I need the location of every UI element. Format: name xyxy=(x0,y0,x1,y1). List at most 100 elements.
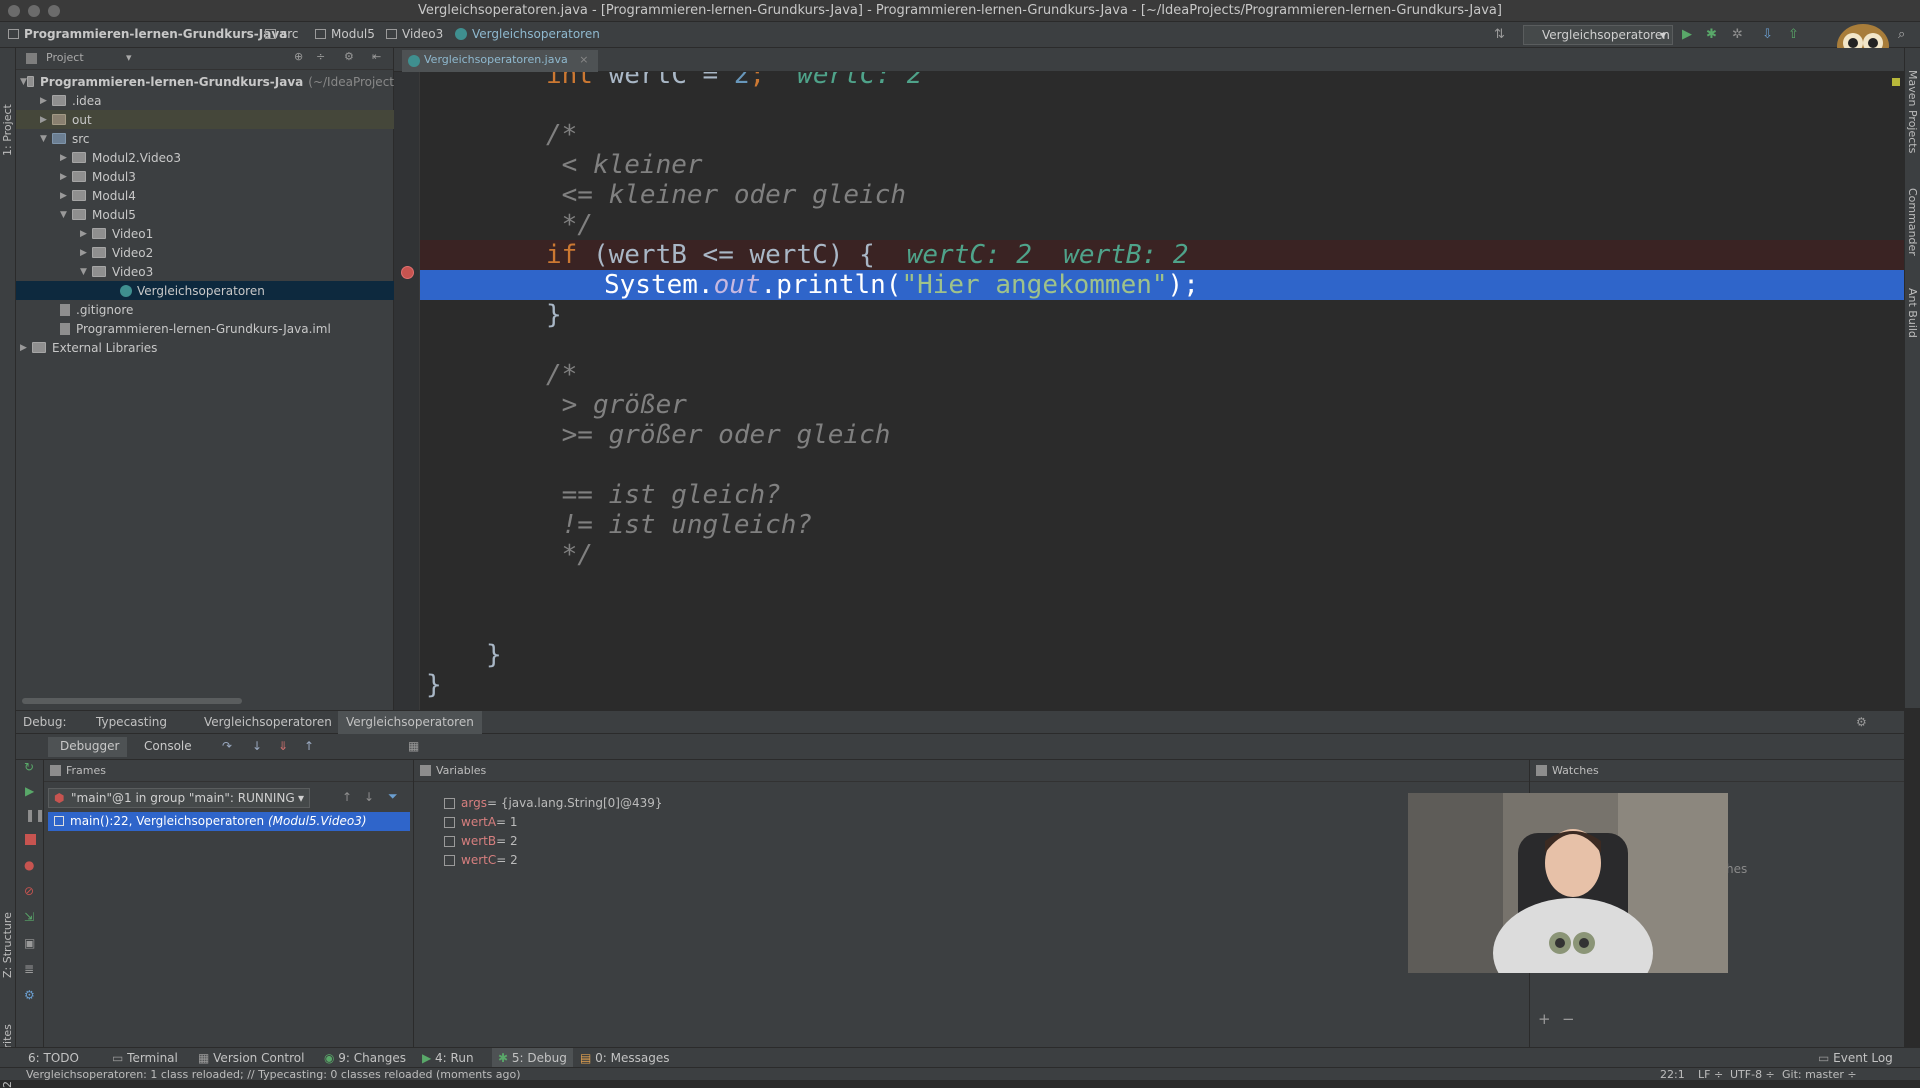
primitive-icon xyxy=(444,835,455,847)
caret-position[interactable]: 22:1 xyxy=(1660,1068,1685,1081)
stop-icon[interactable] xyxy=(25,834,36,845)
console-tab-button[interactable]: Console xyxy=(120,737,200,757)
collapse-icon[interactable]: ÷ xyxy=(316,50,325,63)
coverage-icon[interactable]: ✲ xyxy=(1732,28,1746,42)
tree-item-video2[interactable]: ▶ Video2 xyxy=(16,243,394,262)
variable-row[interactable]: wertB = 2 xyxy=(444,832,518,850)
tree-item-out[interactable]: ▶ out xyxy=(16,110,394,129)
variable-row[interactable]: wertA = 1 xyxy=(444,813,518,831)
settings-icon[interactable]: ≣ xyxy=(24,962,34,976)
breadcrumb-video3[interactable]: Video3 xyxy=(386,27,443,41)
step-over-icon[interactable]: ↷ xyxy=(222,739,232,753)
restore-layout-icon[interactable]: ⇲ xyxy=(24,910,34,924)
evaluate-icon[interactable]: ▦ xyxy=(408,739,419,753)
tree-item-vergleichsoperatoren[interactable]: Vergleichsoperatoren xyxy=(16,281,394,300)
code-editor[interactable]: int wertC = 2; wertC: 2 /* < kleiner <= k… xyxy=(420,72,1904,710)
messages-tool-button[interactable]: ▤ 0: Messages xyxy=(580,1051,670,1065)
inspection-status-icon[interactable] xyxy=(1892,78,1900,86)
tree-item-external-libraries[interactable]: ▶ External Libraries xyxy=(16,338,394,357)
hide-icon[interactable]: ⇤ xyxy=(372,50,381,63)
ant-build-tool-button[interactable]: Ant Build xyxy=(1906,288,1919,338)
tree-item-root[interactable]: ▼ Programmieren-lernen-Grundkurs-Java (~/… xyxy=(16,72,394,91)
step-into-icon[interactable]: ↓ xyxy=(252,739,262,753)
project-panel-header: Project ▾ ⊕ ÷ ⚙ ⇤ xyxy=(16,48,393,70)
tree-item-video3[interactable]: ▼ Video3 xyxy=(16,262,394,281)
search-icon[interactable]: ⌕ xyxy=(1898,28,1912,42)
arrow-down-icon[interactable]: ↓ xyxy=(364,790,374,804)
frame-item[interactable]: main():22, Vergleichsoperatoren (Modul5.… xyxy=(48,812,410,831)
view-breakpoints-icon[interactable]: ● xyxy=(24,858,34,872)
thread-select[interactable]: ⬢ "main"@1 in group "main": RUNNING ▾ xyxy=(48,788,310,808)
tree-item-iml[interactable]: Programmieren-lernen-Grundkurs-Java.iml xyxy=(16,319,394,338)
run-tool-button[interactable]: ▶ 4: Run xyxy=(422,1051,474,1065)
arrow-up-icon[interactable]: ↑ xyxy=(342,790,352,804)
debug-tab-vergleichsoperatoren-1[interactable]: Vergleichsoperatoren xyxy=(204,715,332,729)
vcs-icon[interactable]: ⇅ xyxy=(1494,28,1508,42)
debug-tab-vergleichsoperatoren-2[interactable]: Vergleichsoperatoren xyxy=(338,711,482,734)
pause-icon[interactable]: ❚❚ xyxy=(25,808,45,822)
tree-item-modul3[interactable]: ▶ Modul3 xyxy=(16,167,394,186)
tree-item-src[interactable]: ▼ src xyxy=(16,129,394,148)
rerun-icon[interactable]: ↻ xyxy=(24,760,34,774)
folder-icon xyxy=(26,76,34,87)
chevron-right-icon: ▶ xyxy=(80,247,87,258)
vcs-commit-icon[interactable]: ⇧ xyxy=(1788,28,1802,42)
run-config-select[interactable]: Vergleichsoperatoren ▾ xyxy=(1523,25,1673,45)
variables-header: Variables xyxy=(414,760,1529,782)
breadcrumb-modul5[interactable]: Modul5 xyxy=(315,27,375,41)
editor-gutter[interactable] xyxy=(394,72,420,710)
chevron-right-icon: ▶ xyxy=(40,114,47,125)
commander-tool-button[interactable]: Commander xyxy=(1906,188,1919,256)
locate-icon[interactable]: ⊕ xyxy=(294,50,303,63)
gear-icon[interactable]: ⚙ xyxy=(344,50,354,63)
structure-tool-button[interactable]: Z: Structure xyxy=(1,912,14,978)
maven-tool-button[interactable]: Maven Projects xyxy=(1906,70,1919,153)
file-encoding[interactable]: UTF-8 ÷ xyxy=(1730,1068,1775,1081)
git-branch[interactable]: Git: master ÷ xyxy=(1782,1068,1857,1081)
tree-item-modul5[interactable]: ▼ Modul5 xyxy=(16,205,394,224)
tree-item-modul2-video3[interactable]: ▶ Modul2.Video3 xyxy=(16,148,394,167)
close-icon[interactable]: × xyxy=(579,53,588,66)
gear-icon[interactable]: ⚙ xyxy=(1856,715,1867,729)
force-step-into-icon[interactable]: ⇓ xyxy=(278,739,288,753)
horizontal-scrollbar[interactable] xyxy=(22,698,242,704)
todo-tool-button[interactable]: 6: TODO xyxy=(28,1051,79,1065)
tree-item-video1[interactable]: ▶ Video1 xyxy=(16,224,394,243)
code-line: < kleiner xyxy=(546,150,703,180)
breadcrumb-project[interactable]: Programmieren-lernen-Grundkurs-Java xyxy=(8,27,287,41)
mute-breakpoints-icon[interactable]: ⊘ xyxy=(24,884,34,898)
debug-icon[interactable]: ✱ xyxy=(1706,28,1720,42)
gear-icon[interactable]: ⚙ xyxy=(24,988,35,1002)
debugger-tab-button[interactable]: Debugger xyxy=(48,737,128,757)
breakpoint-icon[interactable] xyxy=(401,266,414,279)
tree-item-idea[interactable]: ▶ .idea xyxy=(16,91,394,110)
camera-icon[interactable]: ▣ xyxy=(24,936,35,950)
line-separator[interactable]: LF ÷ xyxy=(1698,1068,1723,1081)
code-line: /* xyxy=(546,360,578,390)
terminal-tool-button[interactable]: ▭ Terminal xyxy=(112,1051,178,1065)
version-control-tool-button[interactable]: ▦ Version Control xyxy=(198,1051,304,1065)
variable-row[interactable]: args = {java.lang.String[0]@439} xyxy=(444,794,663,812)
resume-icon[interactable]: ▶ xyxy=(25,784,34,798)
add-watch-button[interactable]: + xyxy=(1538,1010,1551,1028)
debug-tool-button[interactable]: ✱ 5: Debug xyxy=(492,1048,573,1067)
tree-item-modul4[interactable]: ▶ Modul4 xyxy=(16,186,394,205)
editor-tab-vergleichsoperatoren[interactable]: Vergleichsoperatoren.java × xyxy=(402,50,599,72)
remove-watch-button[interactable]: − xyxy=(1562,1010,1575,1028)
run-icon[interactable]: ▶ xyxy=(1682,28,1696,42)
debug-tab-typecasting[interactable]: Typecasting xyxy=(96,715,167,729)
debug-toolbar: Debugger Console ↷ ↓ ⇓ ↑ ▦ xyxy=(16,734,1904,760)
tree-item-gitignore[interactable]: .gitignore xyxy=(16,300,394,319)
filter-icon[interactable]: ⏷ xyxy=(388,789,398,804)
event-log-button[interactable]: ▭ Event Log xyxy=(1818,1051,1893,1065)
variable-row[interactable]: wertC = 2 xyxy=(444,851,518,869)
project-tool-button[interactable]: 1: Project xyxy=(1,104,14,156)
breadcrumb-class[interactable]: Vergleichsoperatoren xyxy=(455,27,600,41)
vcs-update-icon[interactable]: ⇩ xyxy=(1762,28,1776,42)
chevron-right-icon: ▶ xyxy=(60,190,67,201)
breadcrumb-src[interactable]: src xyxy=(265,27,299,41)
status-bar: Vergleichsoperatoren: 1 class reloaded; … xyxy=(0,1067,1920,1081)
changes-tool-button[interactable]: ◉ 9: Changes xyxy=(324,1051,406,1065)
chevron-down-icon[interactable]: ▾ xyxy=(126,51,132,64)
step-out-icon[interactable]: ↑ xyxy=(304,739,314,753)
